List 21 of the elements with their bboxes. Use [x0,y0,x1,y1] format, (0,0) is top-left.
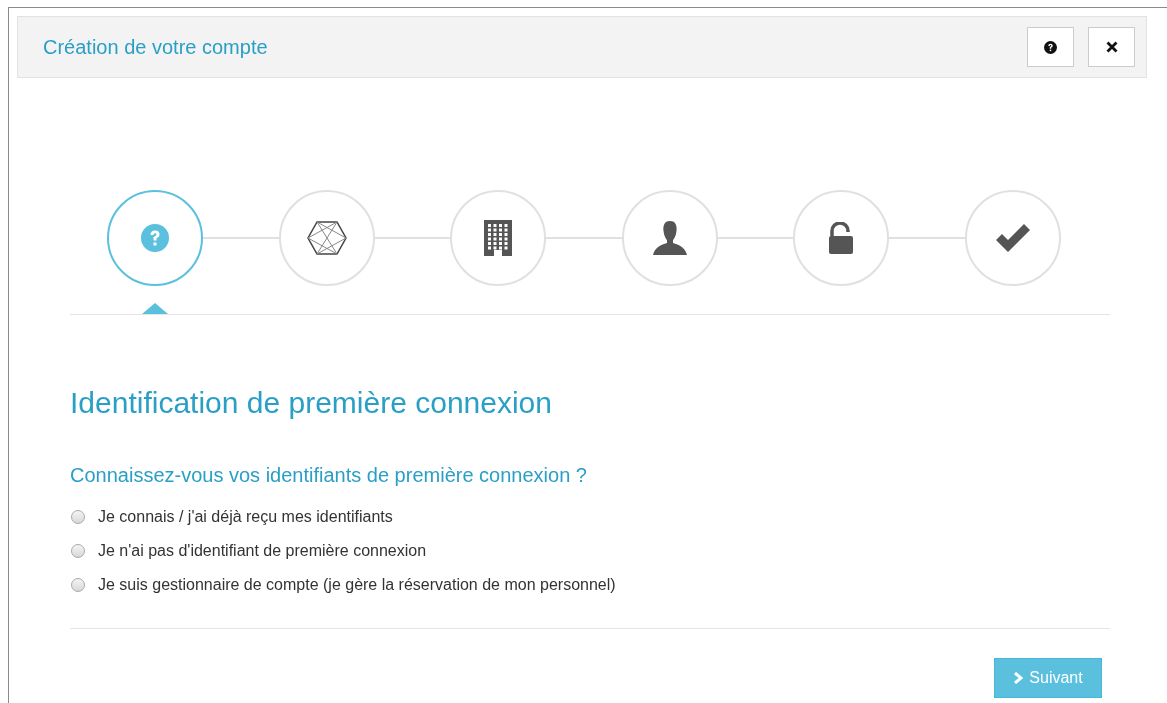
hexagon-icon [306,221,347,255]
chevron-right-icon [1013,672,1024,684]
option-label[interactable]: Je n'ai pas d'identifiant de première connexion [98,542,427,560]
section-heading: Identification de première connexion [70,385,553,421]
question-text: Connaissez-vous vos identifiants de première connexion ? [70,463,588,487]
close-button[interactable] [1088,27,1135,67]
help-button[interactable] [1027,27,1074,67]
step-pointer-icon [142,303,168,314]
close-icon [1105,41,1118,53]
option-label[interactable]: Je connais / j'ai déjà reçu mes identifiants [98,508,393,526]
check-icon [994,223,1031,253]
unlock-icon [828,222,855,254]
building-icon [484,220,513,256]
option-label[interactable]: Je suis gestionnaire de compte (je gère la réservation de mon personnel) [98,576,616,594]
help-icon [1044,40,1057,54]
radio-button[interactable] [71,544,85,558]
radio-button[interactable] [71,510,85,524]
radio-button[interactable] [71,578,85,592]
user-icon [651,220,688,256]
dialog-title: Création de votre compte [43,35,269,59]
question-icon [141,224,169,252]
